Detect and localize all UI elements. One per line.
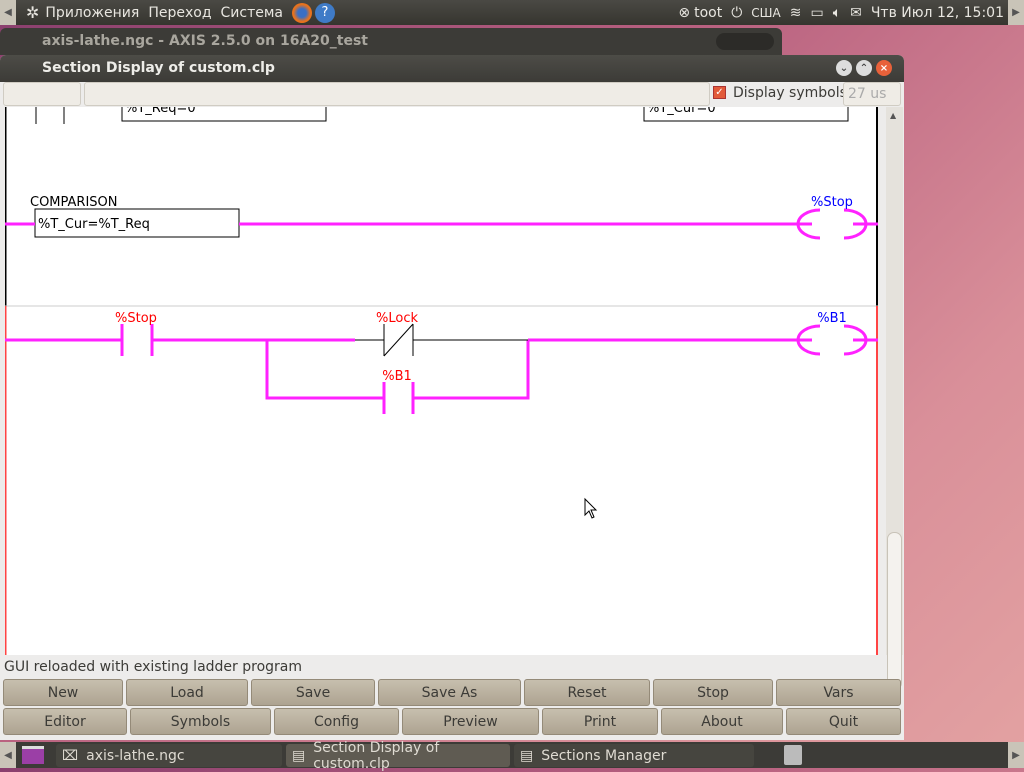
power-icon[interactable]: ⏻ — [731, 5, 742, 21]
new-button[interactable]: New — [3, 679, 123, 706]
rung-info-field — [3, 82, 81, 106]
branch-wire — [413, 340, 530, 400]
config-button[interactable]: Config — [274, 708, 399, 735]
mouse-cursor-icon — [584, 497, 598, 519]
network-icon[interactable]: ▭ — [810, 5, 823, 21]
show-desktop-icon[interactable] — [22, 746, 44, 764]
taskbar: ◀ ⌧ axis-lathe.ngc ▤ Section Display of cu… — [0, 740, 1024, 772]
coil-b1-label: %B1 — [817, 311, 847, 326]
window-icon: ▤ — [520, 747, 534, 764]
axis-app-icon: ⌧ — [62, 747, 79, 764]
comparison-title: COMPARISON — [30, 195, 118, 210]
mail-icon[interactable]: ✉ — [850, 5, 862, 21]
comment-field — [84, 82, 710, 106]
comparison-expr: %T_Cur=%T_Req — [38, 217, 150, 232]
ladder-canvas[interactable]: %T_Req=0 %T_Cur=0 COMPARISON %T_Cur=%T_R… — [5, 107, 878, 655]
contact-lock-slash — [383, 323, 414, 357]
editor-button[interactable]: Editor — [3, 708, 127, 735]
ubuntu-logo-icon[interactable]: ✲ — [26, 3, 39, 22]
save-as-button[interactable]: Save As — [378, 679, 521, 706]
minimize-button[interactable]: ⌄ — [836, 60, 852, 76]
print-button[interactable]: Print — [542, 708, 658, 735]
menu-applications[interactable]: Приложения — [45, 5, 139, 21]
window-titlebar[interactable]: Section Display of custom.clp ⌄ ⌃ × — [0, 55, 904, 82]
contact-b1-label: %B1 — [382, 369, 412, 384]
clock[interactable]: Чтв Июл 12, 15:01 — [871, 5, 1004, 21]
window-title: Section Display of custom.clp — [42, 60, 275, 76]
panel-right-arrow[interactable]: ▶ — [1008, 0, 1024, 25]
branch-wire — [265, 340, 383, 400]
help-icon[interactable]: ? — [315, 2, 335, 23]
vertical-scrollbar[interactable]: ▲ — [886, 107, 903, 690]
user-name[interactable]: toot — [694, 5, 722, 21]
ladder-diagram[interactable]: %T_Req=0 %T_Cur=0 COMPARISON %T_Cur=%T_R… — [5, 107, 878, 655]
taskbar-right-arrow[interactable]: ▶ — [1008, 742, 1024, 768]
display-symbols-checkbox[interactable]: ✓ — [713, 86, 726, 99]
save-button[interactable]: Save — [251, 679, 375, 706]
cycle-time-field: 27 us — [843, 82, 901, 106]
contact-lock-label: %Lock — [376, 311, 418, 326]
contact-stop-label: %Stop — [115, 311, 157, 326]
window-controls — [716, 33, 774, 50]
preview-button[interactable]: Preview — [402, 708, 539, 735]
operate-block-tcur-text: %T_Cur=0 — [647, 107, 716, 116]
vars-button[interactable]: Vars — [776, 679, 901, 706]
task-label: axis-lathe.ngc — [86, 747, 185, 764]
window-icon: ▤ — [292, 747, 306, 764]
scrollbar-thumb[interactable] — [887, 532, 902, 690]
stop-button[interactable]: Stop — [653, 679, 773, 706]
about-button[interactable]: About — [661, 708, 783, 735]
trash-icon[interactable] — [784, 745, 802, 765]
task-label: Sections Manager — [541, 747, 667, 764]
reset-button[interactable]: Reset — [524, 679, 650, 706]
display-symbols-label[interactable]: Display symbols — [733, 85, 847, 101]
task-section-display[interactable]: ▤ Section Display of custom.clp — [286, 740, 510, 772]
load-button[interactable]: Load — [126, 679, 248, 706]
operate-block-treq-text: %T_Req=0 — [125, 107, 196, 116]
taskbar-left-arrow[interactable]: ◀ — [0, 742, 16, 768]
close-button[interactable]: × — [876, 60, 892, 76]
task-axis[interactable]: ⌧ axis-lathe.ngc — [56, 744, 282, 767]
axis-window-titlebar[interactable]: axis-lathe.ngc - AXIS 2.5.0 on 16A20_tes… — [0, 28, 782, 55]
quit-button[interactable]: Quit — [786, 708, 901, 735]
window-title: axis-lathe.ngc - AXIS 2.5.0 on 16A20_tes… — [42, 33, 368, 49]
wifi-icon[interactable]: ≋ — [790, 5, 802, 21]
maximize-button[interactable]: ⌃ — [856, 60, 872, 76]
volume-icon[interactable]: 🔈︎ — [833, 5, 841, 21]
symbols-button[interactable]: Symbols — [130, 708, 271, 735]
section-display-window: Section Display of custom.clp ⌄ ⌃ × ✓ Di… — [0, 55, 904, 740]
menu-system[interactable]: Система — [221, 5, 283, 21]
scroll-up-icon[interactable]: ▲ — [890, 111, 896, 120]
panel-left-arrow[interactable]: ◀ — [0, 0, 16, 25]
status-text: GUI reloaded with existing ladder progra… — [4, 659, 303, 675]
user-icon: ⊗ — [678, 4, 691, 21]
firefox-icon[interactable] — [292, 2, 312, 23]
top-panel: ◀ ✲ Приложения Переход Система ? ⊗ toot … — [0, 0, 1024, 25]
coil-stop-label: %Stop — [811, 195, 853, 210]
keyboard-layout[interactable]: США — [751, 6, 780, 20]
task-sections-manager[interactable]: ▤ Sections Manager — [514, 744, 754, 767]
menu-places[interactable]: Переход — [148, 5, 211, 21]
task-label: Section Display of custom.clp — [313, 739, 440, 772]
